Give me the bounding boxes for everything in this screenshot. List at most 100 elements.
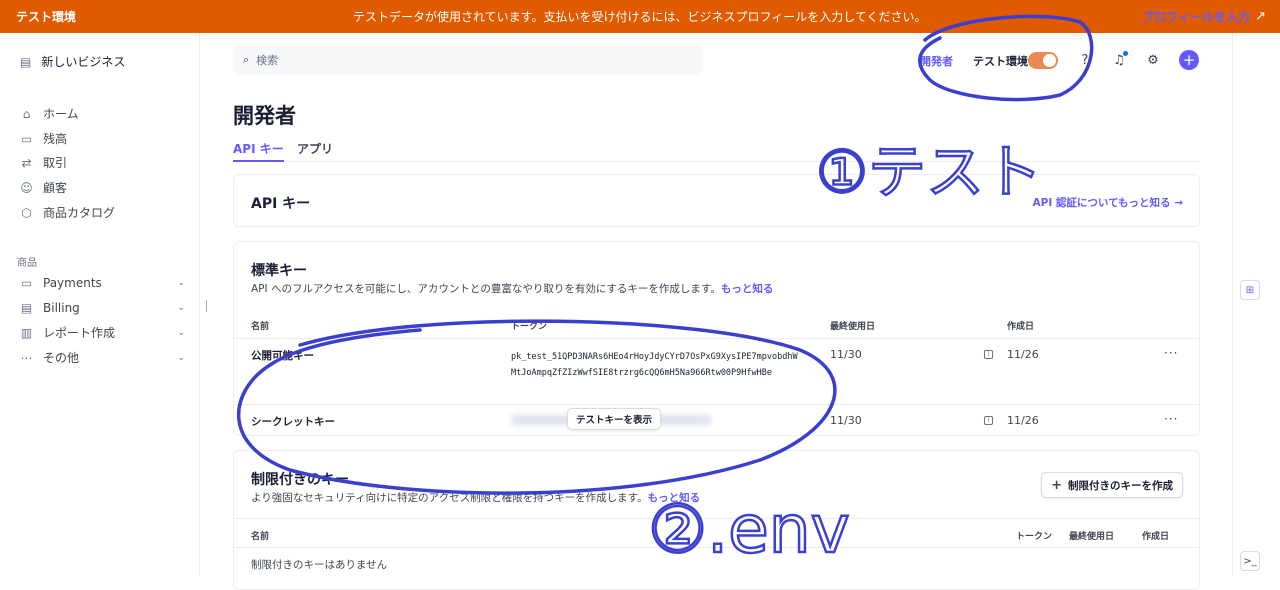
transactions-icon: ⇄ (21, 155, 32, 170)
restricted-keys-card: 制限付きのキー より強固なセキュリティ向けに特定のアクセス制限と権限を持つキーを… (233, 450, 1200, 590)
info-icon[interactable]: i (984, 350, 993, 359)
business-switcher[interactable]: ▤ 新しいビジネス (20, 53, 125, 70)
sidebar-item-balance[interactable]: ▭ 残高 (20, 130, 185, 147)
sidebar-item-label: Payments (43, 276, 102, 290)
row-divider (234, 547, 1199, 548)
row-divider (234, 518, 1199, 519)
column-name: 名前 (251, 532, 270, 542)
sidebar-item-home[interactable]: ⌂ ホーム (20, 105, 185, 122)
standard-keys-description: API へのフルアクセスを可能にし、アカウントとの豊富なやり取りを有効にするキー… (251, 281, 773, 296)
row-divider (234, 338, 1199, 339)
learn-more-link[interactable]: もっと知る (721, 283, 774, 295)
test-mode-toggle[interactable] (1028, 52, 1058, 69)
chevron-down-icon: ⌄ (177, 352, 185, 363)
notification-dot (1123, 51, 1128, 56)
chevron-down-icon: ⌄ (177, 303, 185, 313)
tab-bar: API キー アプリ (233, 138, 1200, 162)
standard-keys-title: 標準キー (251, 263, 307, 279)
reveal-test-key-button[interactable]: テストキーを表示 (567, 408, 662, 430)
standard-keys-card: 標準キー API へのフルアクセスを可能にし、アカウントとの豊富なやり取りを有効… (233, 241, 1200, 436)
row-divider (234, 404, 1199, 405)
sidebar-item-label: 顧客 (43, 181, 68, 195)
sidebar-item-label: 残高 (43, 132, 68, 146)
business-name: 新しいビジネス (41, 55, 126, 69)
secret-key-last-used: 11/30 (830, 414, 862, 427)
sidebar-item-billing[interactable]: ▤ Billing ⌄ (20, 301, 185, 315)
empty-state-text: 制限付きのキーはありません (251, 559, 388, 571)
reports-icon: ▥ (20, 325, 33, 340)
search-icon: ⌕ (243, 52, 250, 66)
enter-profile-link[interactable]: プロフィールを入力 (1142, 8, 1250, 25)
column-name: 名前 (251, 322, 270, 332)
api-auth-learn-link[interactable]: API 認証についてもっと知る → (1033, 195, 1184, 210)
plus-icon: + (1051, 477, 1062, 493)
terminal-icon[interactable]: >_ (1240, 551, 1260, 571)
sidebar-item-label: ホーム (43, 107, 79, 121)
publishable-key-last-used: 11/30 (830, 348, 862, 361)
secret-key-name: シークレットキー (251, 416, 335, 428)
column-last-used: 最終使用日 (1069, 532, 1115, 542)
sidebar-item-label: 商品カタログ (43, 206, 116, 220)
restricted-keys-description: より強固なセキュリティ向けに特定のアクセス制限と権限を持つキーを作成します。もっ… (251, 490, 700, 505)
sidebar-item-label: 取引 (43, 156, 68, 170)
column-token: トークン (511, 322, 548, 332)
business-icon: ▤ (20, 54, 32, 69)
balance-icon: ▭ (20, 131, 33, 146)
tab-apps[interactable]: アプリ (297, 140, 333, 162)
sidebar-item-more[interactable]: ⋯ その他 ⌄ (20, 349, 186, 366)
restricted-keys-title: 制限付きのキー (251, 472, 349, 488)
more-icon: ⋯ (20, 350, 33, 365)
info-icon[interactable]: i (984, 416, 993, 425)
search-placeholder: 検索 (256, 53, 279, 67)
publishable-key-name: 公開可能キー (251, 350, 314, 362)
publishable-key-token[interactable]: pk_test_51QPD3NARs6HEo4rHoyJdyCYrD7OsPxG… (511, 349, 801, 381)
column-token: トークン (1016, 532, 1053, 542)
test-mode-banner: テスト環境 テストデータが使用されています。支払いを受け付けるには、ビジネスプロ… (0, 0, 1280, 33)
sidebar-item-customers[interactable]: ☺ 顧客 (20, 179, 185, 196)
right-rail: ⊞ >_ (1232, 33, 1266, 577)
product-catalog-icon: ⬡ (21, 205, 32, 220)
sidebar-section-label: 商品 (17, 258, 37, 269)
external-arrow-icon: ↗ (1255, 9, 1266, 24)
publishable-key-created: 11/26 (1007, 348, 1039, 361)
apps-grid-icon[interactable]: ⊞ (1240, 280, 1260, 300)
column-created: 作成日 (1007, 322, 1035, 332)
secret-key-created: 11/26 (1007, 414, 1039, 427)
sidebar-resize-handle[interactable] (206, 300, 207, 312)
env-label: テスト環境 (16, 10, 77, 24)
create-button[interactable]: + (1179, 50, 1199, 70)
sidebar-item-label: Billing (43, 301, 80, 315)
payments-icon: ▭ (20, 276, 33, 290)
test-mode-label: テスト環境 (973, 55, 1028, 68)
banner-message: テストデータが使用されています。支払いを受け付けるには、ビジネスプロフィールを入… (353, 10, 927, 24)
sidebar-item-reports[interactable]: ▥ レポート作成 ⌄ (20, 324, 185, 341)
api-keys-title: API キー (251, 196, 311, 212)
home-icon: ⌂ (22, 106, 31, 121)
tab-api-keys[interactable]: API キー (233, 140, 284, 162)
customers-icon: ☺ (20, 180, 33, 195)
row-menu-icon[interactable]: ··· (1164, 346, 1178, 360)
sidebar-item-product-catalog[interactable]: ⬡ 商品カタログ (20, 204, 185, 221)
search-input[interactable]: ⌕ 検索 (233, 45, 703, 74)
column-last-used: 最終使用日 (830, 322, 876, 332)
row-menu-icon[interactable]: ··· (1164, 412, 1178, 426)
description-text: API へのフルアクセスを可能にし、アカウントとの豊富なやり取りを有効にするキー… (251, 283, 721, 295)
gear-icon[interactable]: ⚙ (1145, 52, 1161, 68)
chevron-down-icon: ⌄ (177, 278, 185, 288)
page-title: 開発者 (233, 104, 296, 128)
description-text: より強固なセキュリティ向けに特定のアクセス制限と権限を持つキーを作成します。 (251, 492, 648, 504)
sidebar-item-label: その他 (43, 351, 80, 365)
sidebar: ▤ 新しいビジネス ⌂ ホーム ▭ 残高 ⇄ 取引 ☺ 顧客 ⬡ 商品カタログ … (0, 33, 200, 577)
api-keys-card: API キー API 認証についてもっと知る → (233, 174, 1200, 227)
developers-link[interactable]: 開発者 (920, 53, 953, 69)
sidebar-item-transactions[interactable]: ⇄ 取引 (20, 154, 185, 171)
sidebar-item-label: レポート作成 (43, 326, 116, 340)
chevron-down-icon: ⌄ (177, 327, 185, 338)
create-restricted-key-button[interactable]: + 制限付きのキーを作成 (1041, 472, 1183, 498)
button-label: 制限付きのキーを作成 (1068, 479, 1173, 492)
help-icon[interactable]: ? (1077, 52, 1093, 68)
billing-icon: ▤ (20, 301, 33, 315)
learn-more-link[interactable]: もっと知る (648, 492, 701, 504)
column-created: 作成日 (1142, 532, 1170, 542)
sidebar-item-payments[interactable]: ▭ Payments ⌄ (20, 276, 185, 290)
